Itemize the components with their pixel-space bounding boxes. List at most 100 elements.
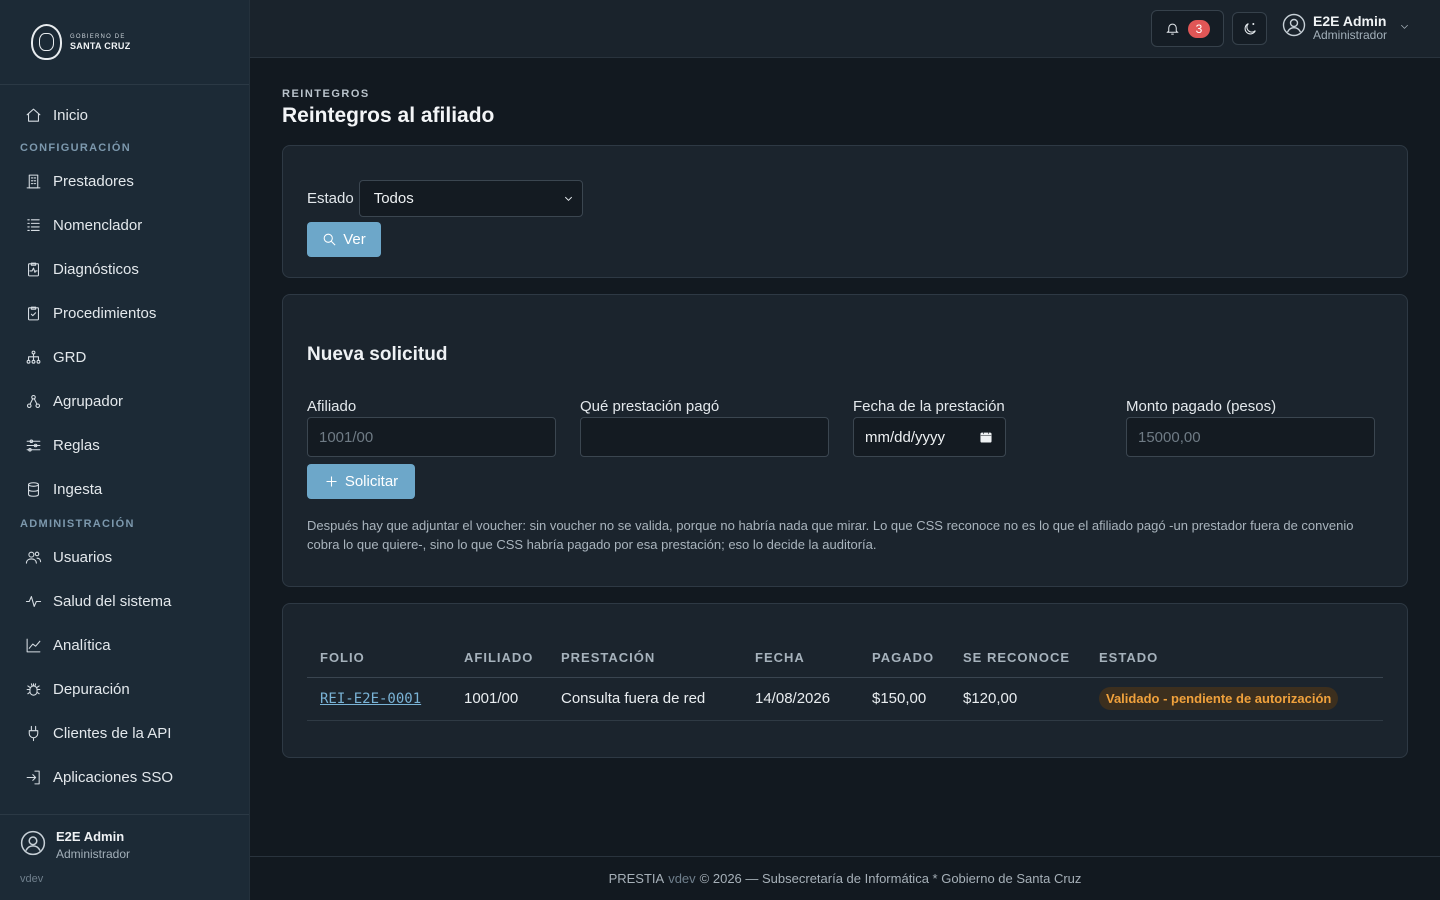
estado-select[interactable]: Todos: [358, 180, 583, 217]
database-icon: [24, 480, 42, 498]
sidebar-item-clientes-de-la-api[interactable]: Clientes de la API: [0, 711, 249, 755]
sidebar-item-reglas[interactable]: Reglas: [0, 423, 249, 467]
brand-line2: SANTA CRUZ: [70, 40, 131, 51]
cell-estado: Validado - pendiente de autorización: [1086, 677, 1383, 721]
main-content: REINTEGROS Reintegros al afiliado Estado…: [282, 58, 1408, 758]
sidebar-item-salud-del-sistema[interactable]: Salud del sistema: [0, 579, 249, 623]
moon-icon: [1244, 22, 1256, 34]
user-name: E2E Admin: [1313, 12, 1387, 29]
sidebar-item-label: Aplicaciones SSO: [53, 768, 174, 786]
estado-label: Estado: [307, 190, 354, 207]
user-menu[interactable]: E2E Admin Administrador: [1282, 13, 1410, 42]
app-version: vdev: [20, 873, 44, 885]
estado-select-value: Todos: [373, 190, 414, 207]
group-icon: [24, 392, 42, 410]
building-icon: [24, 172, 42, 190]
status-badge: Validado - pendiente de autorización: [1099, 687, 1339, 710]
ver-button[interactable]: Ver: [307, 222, 381, 257]
fecha-field: Fecha de la prestación mm/dd/yyyy: [853, 398, 1006, 457]
footer-copyright: © 2026 — Subsecretaría de Informática * …: [699, 871, 1082, 886]
monto-input[interactable]: 15000,00: [1126, 417, 1375, 457]
sidebar-item-ingesta[interactable]: Ingesta: [0, 467, 249, 511]
sidebar-item-label: Procedimientos: [53, 304, 157, 322]
notifications-button[interactable]: 3: [1151, 10, 1224, 47]
prestacion-input[interactable]: [580, 417, 829, 457]
ver-button-label: Ver: [343, 231, 366, 248]
cell-fecha: 14/08/2026: [742, 677, 859, 721]
sidebar-item-usuarios[interactable]: Usuarios: [0, 535, 249, 579]
column-header-prestacion: PRESTACIÓN: [548, 639, 742, 678]
user-menu-info: E2E Admin Administrador: [1313, 14, 1387, 41]
sidebar-item-label: Analítica: [53, 636, 111, 654]
sidebar-item-depuracion[interactable]: Depuración: [0, 667, 249, 711]
new-request-title: Nueva solicitud: [307, 344, 448, 365]
footer: PRESTIA vdev © 2026 — Subsecretaría de I…: [250, 856, 1440, 900]
sidebar-item-label: Diagnósticos: [53, 260, 139, 278]
afiliado-input[interactable]: 1001/00: [307, 417, 556, 457]
sidebar-item-grd[interactable]: GRD: [0, 335, 249, 379]
plug-icon: [24, 724, 42, 742]
hierarchy-icon: [24, 348, 42, 366]
column-header-afiliado: AFILIADO: [451, 639, 548, 678]
sidebar-item-label: Depuración: [53, 680, 130, 698]
sidebar-item-label: Inicio: [53, 106, 89, 124]
user-role: Administrador: [1313, 27, 1388, 42]
filter-card: Estado Todos Ver: [282, 145, 1408, 278]
sidebar-user-role: Administrador: [56, 847, 131, 861]
home-icon: [24, 106, 42, 124]
sidebar-item-nomenclador[interactable]: Nomenclador: [0, 203, 249, 247]
afiliado-label: Afiliado: [307, 398, 357, 415]
cell-pagado: $150,00: [859, 677, 950, 721]
sidebar-nav: Inicio CONFIGURACIÓN Prestadores Nomencl…: [0, 85, 249, 799]
footer-version: vdev: [668, 871, 696, 886]
sidebar-user-name: E2E Admin: [56, 829, 125, 844]
cell-afiliado: 1001/00: [451, 677, 548, 721]
page-eyebrow: REINTEGROS: [282, 88, 370, 100]
sidebar-item-aplicaciones-sso[interactable]: Aplicaciones SSO: [0, 755, 249, 799]
government-seal-icon: [31, 24, 62, 60]
solicitar-button-label: Solicitar: [344, 473, 399, 490]
cell-folio: REI-E2E-0001: [307, 677, 451, 721]
table-row: REI-E2E-0001 1001/00 Consulta fuera de r…: [307, 677, 1383, 721]
sidebar-item-diagnosticos[interactable]: Diagnósticos: [0, 247, 249, 291]
prestacion-label: Qué prestación pagó: [580, 398, 720, 415]
users-icon: [24, 548, 42, 566]
sidebar-user-info: E2E Admin Administrador: [56, 829, 130, 861]
bug-icon: [24, 680, 42, 698]
sidebar-item-inicio[interactable]: Inicio: [0, 93, 249, 137]
notification-count-badge: 3: [1188, 19, 1210, 38]
search-icon: [323, 233, 336, 246]
sidebar-item-label: Agrupador: [53, 392, 124, 410]
user-avatar-icon: [20, 830, 46, 861]
column-header-fecha: FECHA: [742, 639, 859, 678]
column-header-estado: ESTADO: [1086, 639, 1383, 678]
clipboard-check-icon: [24, 304, 42, 322]
fecha-input[interactable]: mm/dd/yyyy: [853, 417, 1006, 457]
footer-app-name: PRESTIA: [608, 871, 665, 886]
brand-logo[interactable]: GOBIERNO DE SANTA CRUZ: [31, 24, 131, 60]
cell-se-reconoce: $120,00: [950, 677, 1086, 721]
sidebar-item-agrupador[interactable]: Agrupador: [0, 379, 249, 423]
activity-icon: [24, 592, 42, 610]
sidebar-user[interactable]: E2E Admin Administrador vdev: [0, 814, 249, 900]
sidebar-item-procedimientos[interactable]: Procedimientos: [0, 291, 249, 335]
sidebar-item-prestadores[interactable]: Prestadores: [0, 159, 249, 203]
reintegros-table-card: FOLIO AFILIADO PRESTACIÓN FECHA PAGADO S…: [282, 603, 1408, 758]
theme-toggle-button[interactable]: [1232, 12, 1267, 45]
sidebar-item-label: Usuarios: [53, 548, 113, 566]
sidebar-item-label: Reglas: [53, 436, 100, 454]
sidebar-item-label: Clientes de la API: [53, 724, 172, 742]
column-header-folio: FOLIO: [307, 639, 451, 678]
brand-text: GOBIERNO DE SANTA CRUZ: [70, 34, 131, 51]
sidebar-item-analitica[interactable]: Analítica: [0, 623, 249, 667]
column-header-se-reconoce: SE RECONOCE: [950, 639, 1086, 678]
monto-field: Monto pagado (pesos) 15000,00: [1126, 398, 1375, 457]
plus-icon: [326, 476, 337, 487]
solicitar-button[interactable]: Solicitar: [307, 464, 415, 499]
sidebar-item-label: GRD: [53, 348, 87, 366]
folio-link[interactable]: REI-E2E-0001: [320, 691, 421, 707]
sidebar-item-label: Salud del sistema: [53, 592, 172, 610]
bell-icon: [1166, 23, 1179, 35]
calendar-icon[interactable]: [979, 430, 993, 444]
sidebar-item-label: Nomenclador: [53, 216, 143, 234]
